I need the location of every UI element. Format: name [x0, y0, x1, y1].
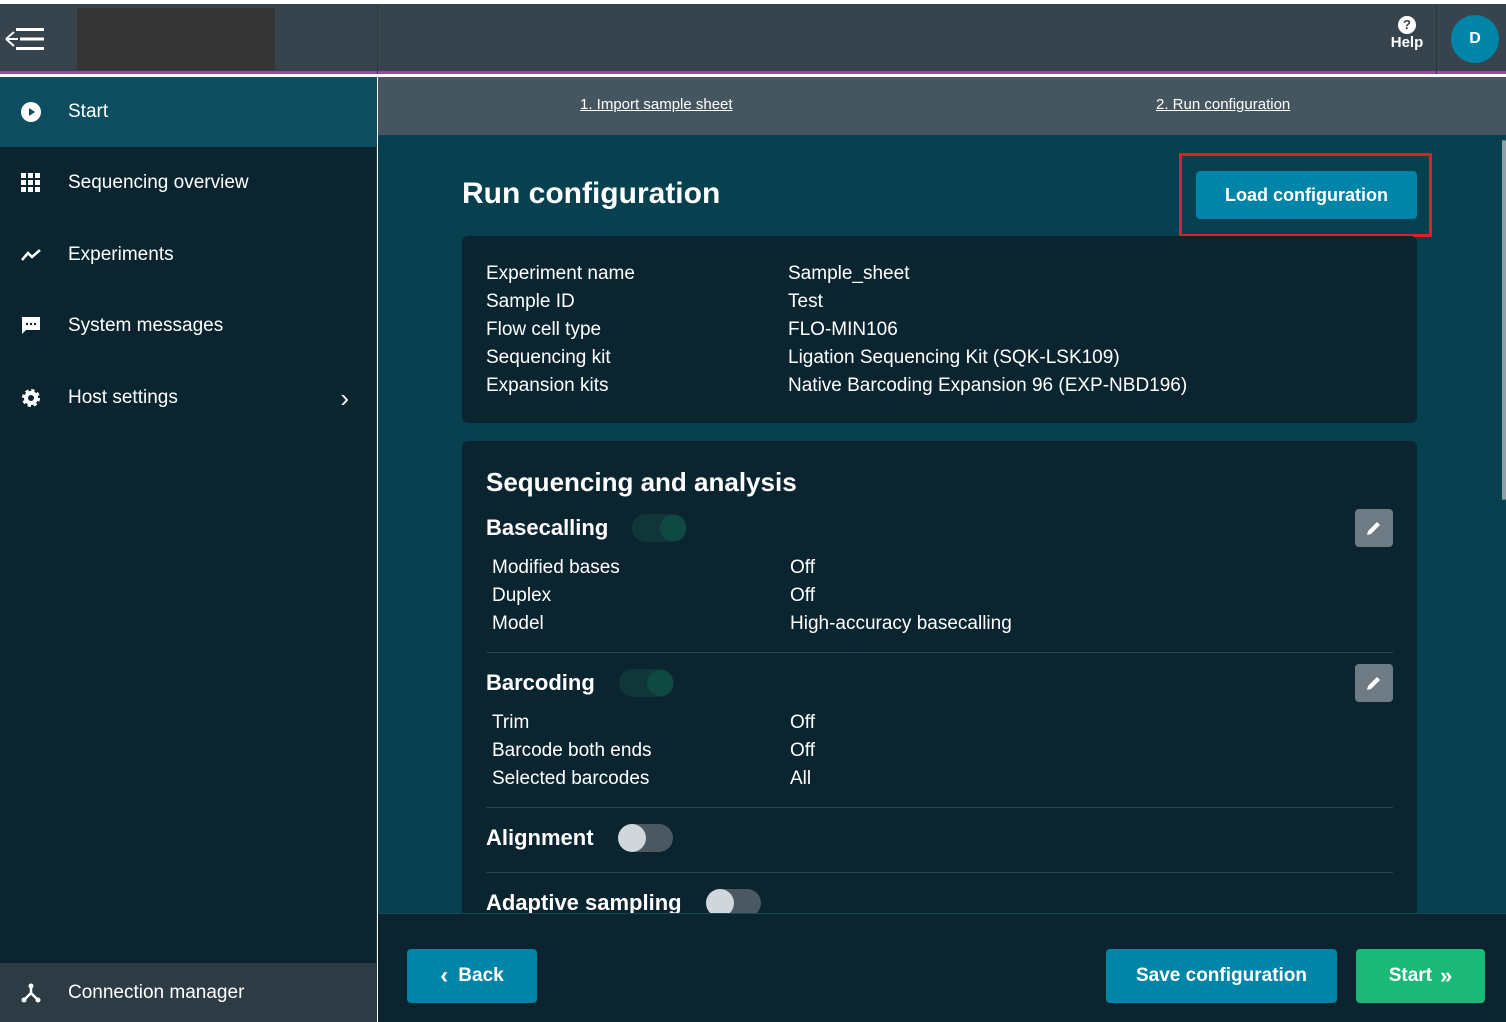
- basecalling-label: Basecalling: [486, 515, 609, 540]
- summary-row: Expansion kits Native Barcoding Expansion…: [486, 372, 1393, 400]
- adaptive-sampling-section: Adaptive sampling: [486, 883, 1393, 913]
- barcoding-label: Barcoding: [486, 670, 595, 695]
- basecalling-toggle[interactable]: [632, 514, 688, 542]
- gear-icon: [0, 388, 68, 408]
- detail-value: Off: [790, 740, 815, 761]
- basecalling-section: Basecalling: [486, 508, 1393, 548]
- edit-basecalling-button[interactable]: [1355, 509, 1393, 547]
- detail-value: All: [790, 768, 812, 789]
- alignment-label: Alignment: [486, 825, 594, 850]
- summary-key: Experiment name: [486, 263, 635, 284]
- summary-value: FLO-MIN106: [788, 319, 898, 340]
- double-chevron-right-icon: »: [1440, 963, 1453, 988]
- summary-row: Experiment name Sample_sheet: [486, 260, 1393, 288]
- line-chart-icon: [0, 248, 68, 262]
- start-button[interactable]: Start »: [1356, 949, 1485, 1003]
- basecalling-details: Modified bases Off Duplex Off Model High-ac…: [486, 554, 1393, 638]
- load-configuration-button[interactable]: Load configuration: [1196, 171, 1417, 219]
- detail-key: Trim: [492, 712, 530, 733]
- connection-manager[interactable]: Connection manager: [0, 963, 377, 1022]
- collapse-menu-icon[interactable]: [4, 26, 48, 52]
- step-import-sample-sheet[interactable]: 1. Import sample sheet: [580, 96, 733, 113]
- footer-bar: ‹ Back Save configuration Start »: [378, 913, 1506, 1022]
- summary-value: Sample_sheet: [788, 263, 910, 284]
- summary-row: Sequencing kit Ligation Sequencing Kit (S…: [486, 344, 1393, 372]
- detail-key: Modified bases: [492, 557, 620, 578]
- sidebar-item-label: Experiments: [68, 244, 174, 265]
- sidebar-item-sequencing-overview[interactable]: Sequencing overview: [0, 148, 377, 218]
- barcoding-section: Barcoding: [486, 663, 1393, 703]
- divider: [1436, 4, 1437, 74]
- page-title: Run configuration: [462, 177, 721, 210]
- detail-key: Model: [492, 613, 544, 634]
- sidebar-item-label: Host settings: [68, 387, 178, 408]
- sidebar-item-host-settings[interactable]: Host settings ›: [0, 363, 377, 433]
- back-button[interactable]: ‹ Back: [407, 949, 537, 1003]
- message-icon: [0, 316, 68, 336]
- save-configuration-button[interactable]: Save configuration: [1106, 949, 1337, 1003]
- detail-key: Selected barcodes: [492, 768, 650, 789]
- back-label: Back: [458, 965, 504, 986]
- logo: [77, 8, 275, 70]
- sidebar-item-experiments[interactable]: Experiments: [0, 220, 377, 290]
- sidebar-item-system-messages[interactable]: System messages: [0, 291, 377, 361]
- summary-key: Expansion kits: [486, 375, 609, 396]
- adaptive-sampling-toggle[interactable]: [705, 889, 761, 913]
- connection-manager-label: Connection manager: [68, 981, 245, 1003]
- barcoding-details: Trim Off Barcode both ends Off Selected ba…: [486, 709, 1393, 793]
- detail-value: Off: [790, 585, 815, 606]
- sidebar-item-label: Sequencing overview: [68, 172, 249, 193]
- avatar[interactable]: D: [1451, 15, 1499, 63]
- chevron-right-icon: ›: [340, 382, 349, 413]
- pencil-icon: [1367, 677, 1380, 690]
- divider: [486, 872, 1393, 873]
- summary-value: Native Barcoding Expansion 96 (EXP-NBD19…: [788, 375, 1188, 396]
- summary-row: Flow cell type FLO-MIN106: [486, 316, 1393, 344]
- top-header: ? Help D: [0, 4, 1506, 74]
- sidebar-item-start[interactable]: Start: [0, 77, 377, 147]
- main-content: Run configuration Load configuration Exp…: [378, 135, 1502, 913]
- detail-value: High-accuracy basecalling: [790, 613, 1012, 634]
- start-label: Start: [1388, 965, 1433, 986]
- step-breadcrumb: 1. Import sample sheet 2. Run configurat…: [378, 77, 1506, 135]
- edit-barcoding-button[interactable]: [1355, 664, 1393, 702]
- help-label: Help: [1390, 34, 1424, 51]
- step-run-configuration[interactable]: 2. Run configuration: [1156, 96, 1290, 113]
- chevron-left-icon: ‹: [440, 962, 449, 989]
- detail-value: Off: [790, 712, 815, 733]
- run-summary-card: Experiment name Sample_sheet Sample ID Tes…: [462, 236, 1417, 423]
- alignment-section: Alignment: [486, 818, 1393, 858]
- question-circle-icon: ?: [1398, 16, 1416, 34]
- summary-value: Ligation Sequencing Kit (SQK-LSK109): [788, 347, 1120, 368]
- summary-key: Sequencing kit: [486, 347, 611, 368]
- detail-key: Duplex: [492, 585, 552, 606]
- scrollbar[interactable]: [1502, 135, 1506, 913]
- sequencing-analysis-card: Sequencing and analysis Basecalling Modi…: [462, 441, 1417, 913]
- detail-key: Barcode both ends: [492, 740, 652, 761]
- help-button[interactable]: ? Help: [1382, 16, 1432, 51]
- connection-icon: [0, 983, 68, 1003]
- summary-key: Sample ID: [486, 291, 575, 312]
- divider: [486, 807, 1393, 808]
- divider: [377, 4, 378, 74]
- pencil-icon: [1367, 522, 1380, 535]
- summary-row: Sample ID Test: [486, 288, 1393, 316]
- sidebar-item-label: Start: [68, 101, 109, 122]
- grid-icon: [0, 173, 68, 193]
- adaptive-sampling-label: Adaptive sampling: [486, 890, 682, 913]
- detail-value: Off: [790, 557, 815, 578]
- play-circle-icon: [0, 102, 68, 122]
- barcoding-toggle[interactable]: [618, 669, 674, 697]
- sidebar-item-label: System messages: [68, 315, 224, 336]
- divider: [486, 652, 1393, 653]
- summary-key: Flow cell type: [486, 319, 602, 340]
- summary-value: Test: [788, 291, 823, 312]
- alignment-toggle[interactable]: [617, 824, 673, 852]
- section-title: Sequencing and analysis: [486, 467, 797, 497]
- sidebar: Start Sequencing overview Experiments Sy…: [0, 77, 377, 1022]
